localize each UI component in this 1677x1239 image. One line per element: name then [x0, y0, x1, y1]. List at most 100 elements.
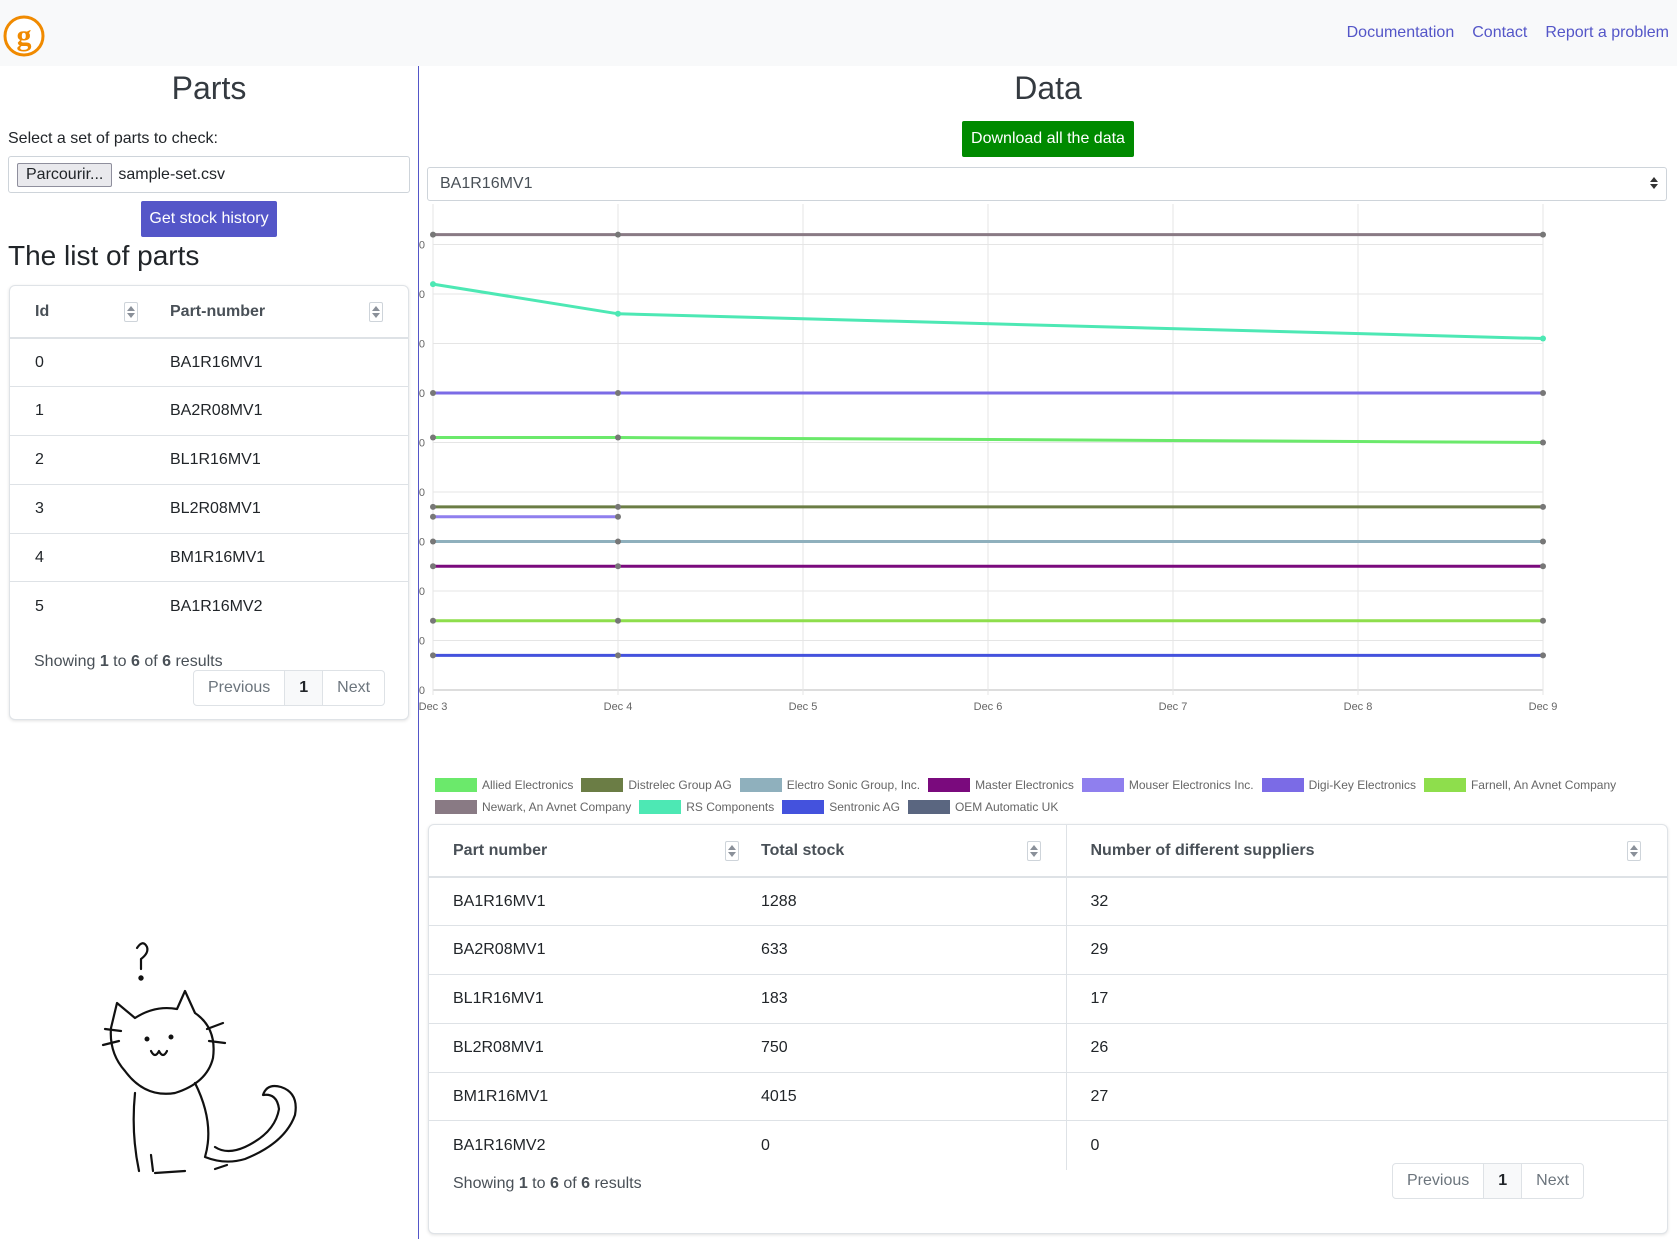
- file-browse-button[interactable]: Parcourir...: [17, 162, 113, 187]
- table-row: 1 BA2R08MV1: [10, 386, 408, 436]
- sort-icon[interactable]: [725, 841, 739, 861]
- data-point: [430, 281, 436, 288]
- pagination-next[interactable]: Next: [1522, 1164, 1583, 1198]
- legend-item[interactable]: Allied Electronics: [435, 774, 573, 796]
- legend-swatch: [928, 778, 971, 792]
- cell-part-number: BA1R16MV1: [170, 337, 408, 387]
- legend-item[interactable]: OEM Automatic UK: [907, 796, 1058, 818]
- svg-text:g: g: [17, 19, 32, 52]
- nav-contact-link[interactable]: Contact: [1472, 24, 1527, 42]
- logo-icon[interactable]: g: [2, 14, 48, 60]
- legend-swatch: [435, 800, 477, 814]
- data-point: [430, 617, 436, 624]
- pagination-previous[interactable]: Previous: [194, 671, 286, 705]
- y-tick-label: 40: [419, 487, 425, 499]
- legend-label: Mouser Electronics Inc.: [1128, 778, 1254, 792]
- select-parts-label: Select a set of parts to check:: [8, 130, 218, 147]
- data-point: [430, 538, 436, 545]
- legend-item[interactable]: Sentronic AG: [782, 796, 900, 818]
- data-point: [430, 563, 436, 570]
- download-data-button[interactable]: Download all the data: [962, 121, 1134, 157]
- legend-item[interactable]: Master Electronics: [928, 774, 1074, 796]
- get-stock-history-button[interactable]: Get stock history: [141, 201, 277, 237]
- table-row: 5 BA1R16MV2: [10, 581, 408, 631]
- legend-item[interactable]: Farnell, An Avnet Company: [1423, 774, 1616, 796]
- pagination-previous[interactable]: Previous: [1393, 1164, 1485, 1198]
- sort-icon[interactable]: [124, 302, 138, 322]
- summary-footer-text: Showing 1 to 6 of 6 results: [453, 1175, 642, 1192]
- legend-label: RS Components: [686, 800, 775, 814]
- cell-total-stock: 1288: [761, 876, 1067, 926]
- file-input[interactable]: Parcourir... sample-set.csv: [8, 156, 410, 193]
- data-point: [615, 434, 621, 441]
- column-header-total-stock[interactable]: Total stock: [761, 825, 1067, 878]
- cell-total-stock: 4015: [761, 1071, 1067, 1121]
- legend-item[interactable]: Mouser Electronics Inc.: [1081, 774, 1254, 796]
- nav-report-problem-link[interactable]: Report a problem: [1545, 24, 1669, 42]
- cell-total-stock: 750: [761, 1022, 1067, 1073]
- data-point: [615, 617, 621, 624]
- y-tick-label: 30: [419, 537, 425, 549]
- x-tick-label: Dec 3: [419, 701, 447, 713]
- chart-legend: Allied Electronics Distrelec Group AG Elec…: [435, 774, 1675, 818]
- legend-swatch: [782, 800, 825, 814]
- data-point: [430, 231, 436, 238]
- table-row: BL1R16MV1 183 17: [429, 974, 1667, 1024]
- data-point: [430, 513, 436, 520]
- data-point: [1540, 335, 1546, 342]
- legend-item[interactable]: Electro Sonic Group, Inc.: [739, 774, 920, 796]
- data-point: [615, 538, 621, 545]
- stock-history-chart: 0102030405060708090100Dec 3Dec 4Dec 5Dec…: [419, 204, 1557, 713]
- pagination-next[interactable]: Next: [323, 671, 384, 705]
- data-panel: Data Download all the data BA1R16MV1 010…: [419, 66, 1677, 1239]
- legend-label: Allied Electronics: [482, 778, 574, 792]
- data-point: [430, 652, 436, 659]
- data-point: [1540, 390, 1546, 396]
- sort-icon[interactable]: [1627, 841, 1641, 861]
- legend-item[interactable]: RS Components: [639, 796, 774, 818]
- y-tick-label: 50: [419, 438, 425, 450]
- legend-swatch: [1081, 778, 1124, 792]
- sort-icon[interactable]: [1026, 841, 1041, 861]
- y-tick-label: 90: [419, 240, 425, 252]
- summary-table-card: Part number Total stock Number of differ…: [428, 824, 1668, 1234]
- data-point: [1540, 439, 1546, 446]
- cell-id: 3: [10, 483, 170, 534]
- cell-part-number: BL2R08MV1: [170, 483, 408, 534]
- y-tick-label: 60: [419, 388, 425, 400]
- column-header-part-number[interactable]: Part number: [429, 825, 761, 878]
- column-header-supplier-count[interactable]: Number of different suppliers: [1066, 825, 1667, 878]
- column-header-id[interactable]: Id: [10, 286, 170, 339]
- legend-item[interactable]: Newark, An Avnet Company: [435, 796, 631, 818]
- column-header-part-number[interactable]: Part-number: [170, 286, 408, 339]
- pagination-page-1[interactable]: 1: [1484, 1164, 1523, 1198]
- table-row: BA1R16MV1 1288 32: [429, 876, 1667, 926]
- nav-links: Documentation Contact Report a problem: [1347, 24, 1669, 42]
- cell-supplier-count: 27: [1066, 1071, 1667, 1121]
- data-point: [615, 503, 621, 510]
- file-name: sample-set.csv: [118, 165, 226, 183]
- table-row: 4 BM1R16MV1: [10, 532, 408, 582]
- legend-item[interactable]: Distrelec Group AG: [581, 774, 732, 796]
- cell-supplier-count: 17: [1066, 974, 1667, 1024]
- legend-label: Newark, An Avnet Company: [482, 800, 632, 814]
- parts-panel: Parts Select a set of parts to check: Pa…: [0, 66, 418, 1239]
- cell-id: 4: [10, 532, 170, 582]
- y-tick-label: 70: [419, 339, 425, 351]
- cell-total-stock: 0: [761, 1120, 1067, 1170]
- pagination-page-1[interactable]: 1: [285, 671, 324, 705]
- legend-swatch: [1261, 778, 1304, 792]
- legend-item[interactable]: Digi-Key Electronics: [1261, 774, 1416, 796]
- table-row: 2 BL1R16MV1: [10, 435, 408, 485]
- legend-swatch: [739, 778, 782, 792]
- data-point: [1540, 231, 1546, 238]
- nav-documentation-link[interactable]: Documentation: [1347, 24, 1455, 42]
- table-row: 0 BA1R16MV1: [10, 337, 408, 387]
- parts-footer-text: Showing 1 to 6 of 6 results: [34, 653, 223, 670]
- data-point: [430, 434, 436, 441]
- sort-icon[interactable]: [369, 302, 383, 322]
- cell-part-number: BA2R08MV1: [429, 925, 761, 975]
- select-caret-icon: [1650, 177, 1658, 189]
- part-select[interactable]: BA1R16MV1: [427, 167, 1667, 201]
- legend-swatch: [435, 778, 477, 792]
